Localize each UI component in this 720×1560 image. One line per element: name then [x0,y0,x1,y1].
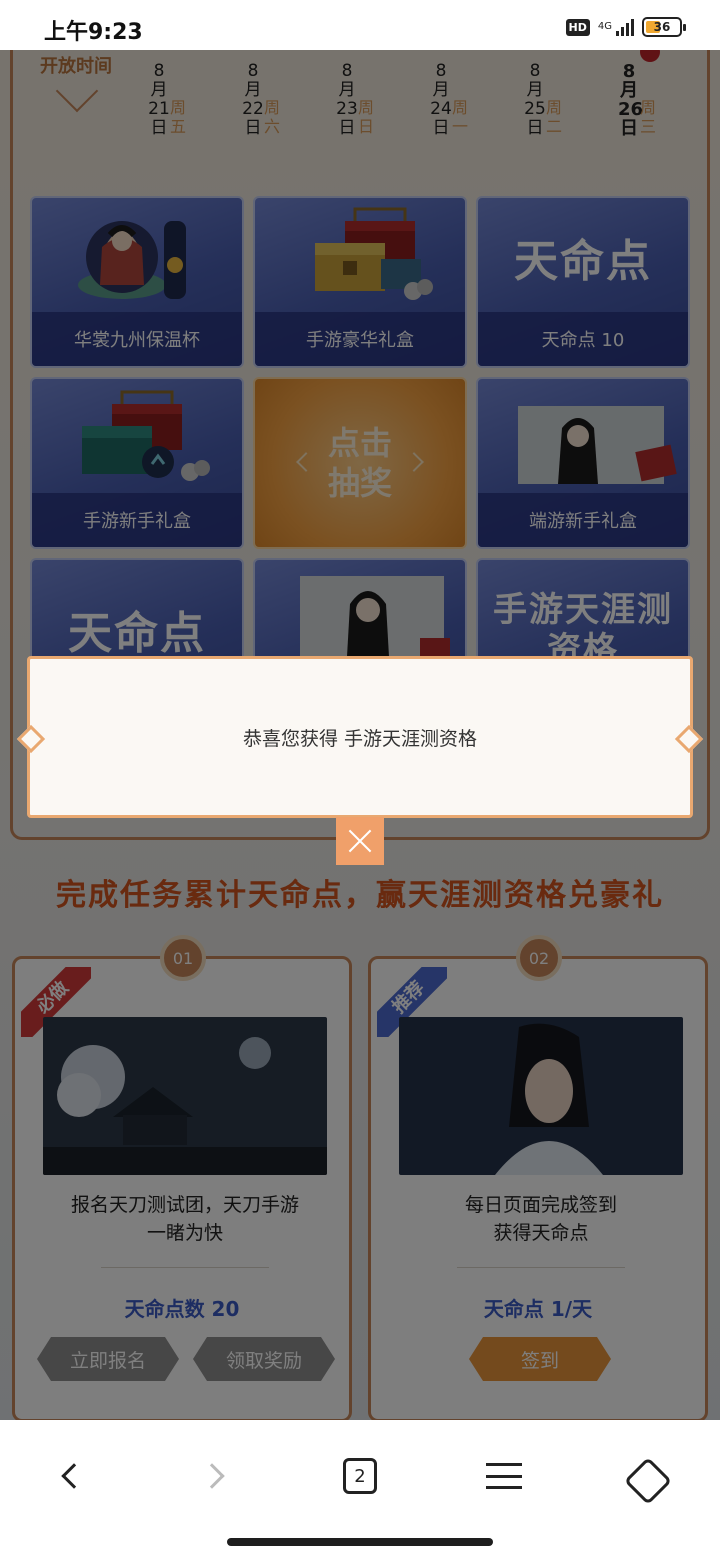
status-bar: 上午9:23 HD 4G 36 [0,0,720,50]
menu-button[interactable] [474,1446,534,1506]
status-time: 上午9:23 [44,20,143,45]
home-button[interactable] [618,1446,678,1506]
forward-button[interactable] [186,1446,246,1506]
battery-icon: 36 [642,17,686,37]
gesture-bar[interactable] [227,1538,493,1546]
close-icon[interactable] [336,817,384,865]
status-icons: HD 4G 36 [565,17,686,37]
dialog-message: 恭喜您获得 手游天涯测资格 [242,727,478,750]
home-icon [623,1456,673,1506]
signal-icon [616,18,634,36]
tabs-button[interactable]: 2 [330,1446,390,1506]
chevron-left-icon [61,1463,87,1489]
hd-icon: HD [565,18,590,36]
browser-bottom-nav: 2 [0,1420,720,1560]
back-button[interactable] [40,1446,100,1506]
chevron-right-icon [199,1463,225,1489]
result-dialog: 恭喜您获得 手游天涯测资格 [27,656,693,818]
network-type: 4G [597,21,612,32]
menu-icon [486,1463,522,1489]
battery-level: 36 [653,20,671,34]
tabs-icon: 2 [343,1458,377,1494]
